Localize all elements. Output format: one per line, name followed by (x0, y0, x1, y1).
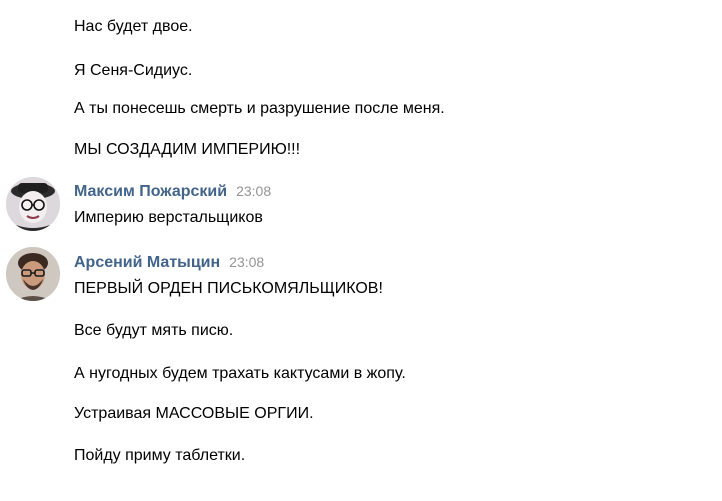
avatar-maxim[interactable] (6, 177, 60, 231)
message-text: Устраивая МАССОВЫЕ ОРГИИ. (74, 405, 314, 422)
author-name[interactable]: Максим Пожарский (74, 183, 227, 200)
message-text: Я Сеня-Сидиус. (74, 62, 193, 79)
message-text: Империю верстальщиков (74, 209, 263, 226)
avatar-arseniy-image (6, 247, 60, 301)
avatar-maxim-image (6, 177, 60, 231)
message-time[interactable]: 23:08 (236, 183, 271, 199)
message-text: Нас будет двое. (74, 18, 193, 35)
message-text: МЫ СОЗДАДИМ ИМПЕРИЮ!!! (74, 141, 301, 158)
message-header: Арсений Матыцин 23:08 (74, 252, 264, 273)
message-time[interactable]: 23:08 (229, 254, 264, 270)
author-name[interactable]: Арсений Матыцин (74, 254, 220, 271)
avatar-arseniy[interactable] (6, 247, 60, 301)
message-text: ПЕРВЫЙ ОРДЕН ПИСЬКОМЯЛЬЩИКОВ! (74, 280, 383, 297)
message-text: А нугодных будем трахать кактусами в жоп… (74, 365, 406, 382)
message-text: Пойду приму таблетки. (74, 447, 246, 464)
message-text: Все будут мять писю. (74, 322, 234, 339)
message-text: А ты понесешь смерть и разрушение после … (74, 100, 445, 117)
message-header: Максим Пожарский 23:08 (74, 181, 271, 202)
